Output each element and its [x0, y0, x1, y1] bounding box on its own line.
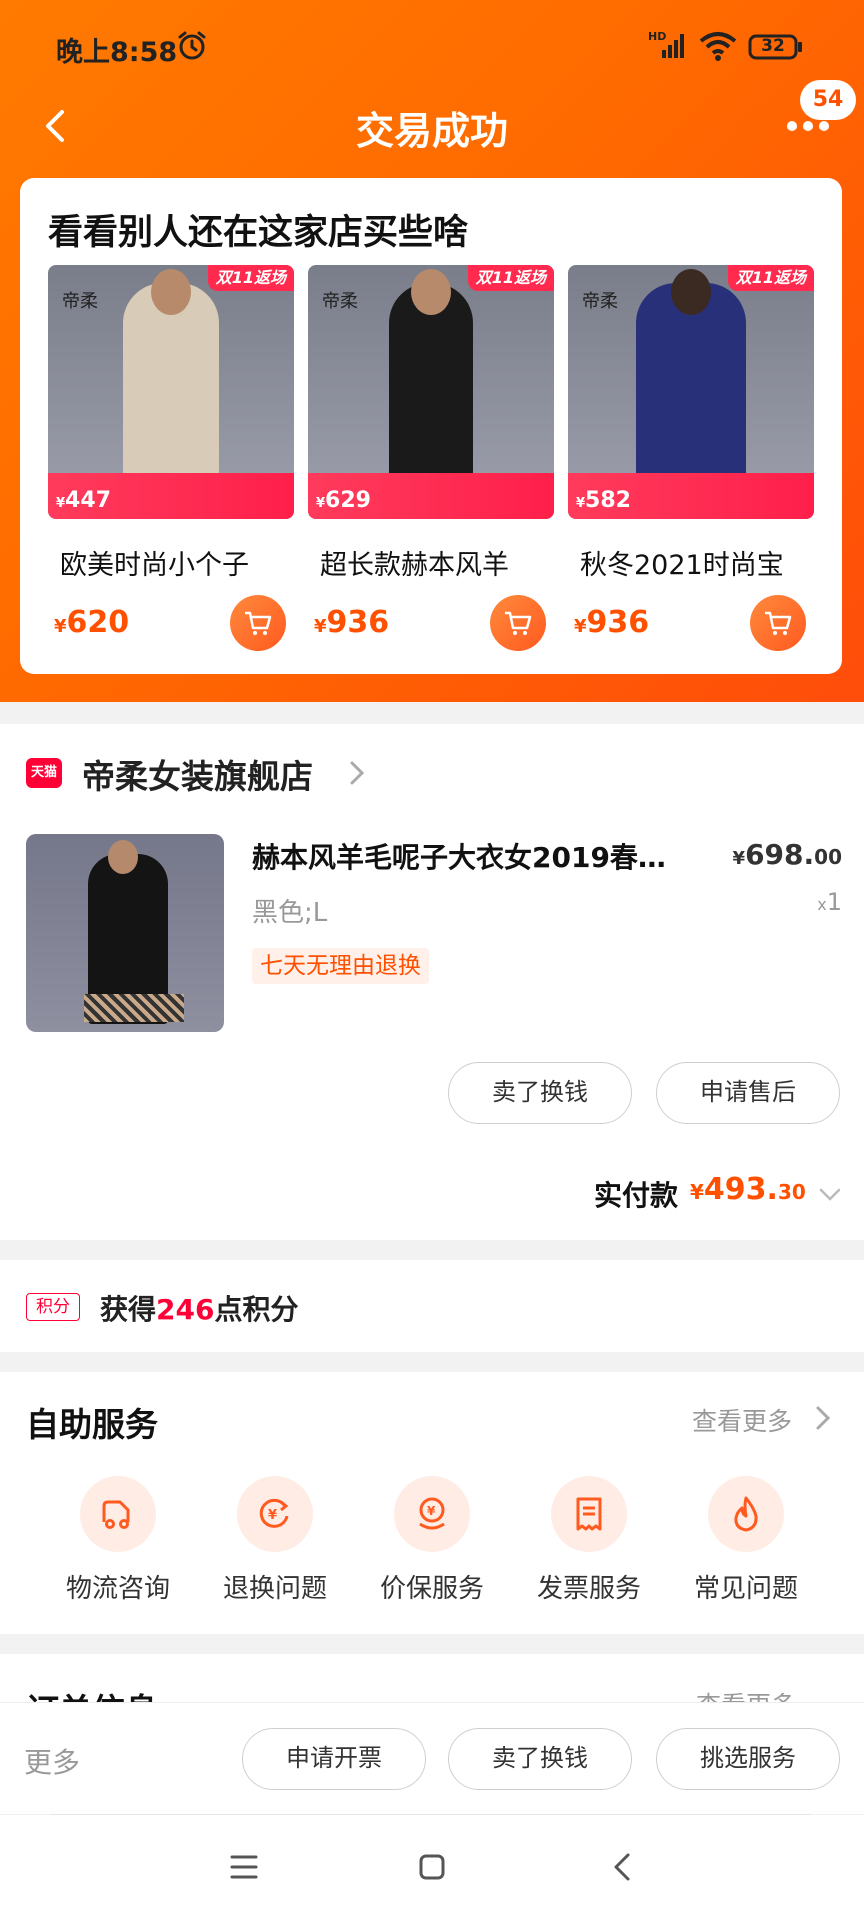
wifi-icon [699, 32, 737, 61]
product-quantity: x1 [817, 888, 842, 916]
price-strip: ¥629 [308, 473, 554, 519]
flame-icon [708, 1476, 784, 1552]
recommend-item-price: ¥620 [54, 605, 130, 640]
cart-icon [245, 611, 272, 635]
points-card: 积分 获得246点积分 [0, 1260, 864, 1352]
self-service-card: 自助服务 查看更多 物流咨询 ¥ 退换问题 ¥ 价保服务 发票服务 常见问题 [0, 1372, 864, 1634]
model-head [671, 269, 711, 315]
service-return[interactable]: ¥ 退换问题 [205, 1476, 345, 1606]
add-to-cart-button[interactable] [230, 595, 286, 651]
strip-price: ¥447 [56, 488, 111, 513]
product-thumbnail[interactable]: 帝柔 双11返场 ¥447 [48, 265, 294, 519]
price-protect-icon: ¥ [394, 1476, 470, 1552]
product-thumbnail[interactable]: 帝柔 双11返场 ¥582 [568, 265, 814, 519]
strip-price: ¥629 [316, 488, 371, 513]
model-head [108, 840, 138, 874]
chevron-down-icon[interactable] [818, 1186, 842, 1204]
request-invoice-button[interactable]: 申请开票 [242, 1728, 426, 1790]
return-money-icon: ¥ [237, 1476, 313, 1552]
status-bar: 晚上8:58 HD 32 [0, 0, 864, 96]
message-count-badge[interactable]: 54 [800, 80, 856, 120]
chevron-right-icon[interactable] [812, 1402, 834, 1434]
more-button[interactable]: 更多 [24, 1741, 80, 1781]
service-invoice[interactable]: 发票服务 [519, 1476, 659, 1606]
chevron-right-icon[interactable] [346, 758, 368, 788]
order-card: 天猫 帝柔女装旗舰店 赫本风羊毛呢子大衣女2019春… ¥698.00 黑色;L… [0, 724, 864, 1240]
recommend-item-price: ¥936 [314, 605, 390, 640]
recommend-title: 看看别人还在这家店买些啥 [48, 213, 469, 253]
paid-label: 实付款 [594, 1179, 679, 1212]
strip-price: ¥582 [576, 488, 631, 513]
battery-level: 32 [761, 36, 785, 56]
brand-logo: 帝柔 [582, 291, 618, 312]
recommend-item-price: ¥936 [574, 605, 650, 640]
bottom-action-bar: 更多 申请开票 卖了换钱 挑选服务 [0, 1702, 864, 1814]
service-faq[interactable]: 常见问题 [676, 1476, 816, 1606]
alarm-icon [178, 31, 206, 60]
promo-tag: 双11返场 [467, 265, 554, 291]
service-label: 物流咨询 [65, 1574, 170, 1604]
product-image[interactable] [26, 834, 224, 1032]
tmall-badge: 天猫 [26, 758, 62, 788]
points-badge: 积分 [26, 1293, 80, 1321]
self-service-title: 自助服务 [26, 1405, 158, 1444]
recommend-item[interactable]: 帝柔 双11返场 ¥447 欧美时尚小个子 ¥620 [48, 265, 294, 655]
recommend-item[interactable]: 帝柔 双11返场 ¥629 超长款赫本风羊 ¥936 [308, 265, 554, 655]
add-to-cart-button[interactable] [490, 595, 546, 651]
svg-text:¥: ¥ [427, 1504, 436, 1518]
cart-icon [505, 611, 532, 635]
skirt-shape [84, 994, 184, 1022]
service-label: 常见问题 [693, 1574, 798, 1604]
recommend-item-name[interactable]: 秋冬2021时尚宝 [580, 543, 816, 582]
network-type: HD [648, 30, 667, 43]
cart-icon [765, 611, 792, 635]
model-head [411, 269, 451, 315]
service-price-protect[interactable]: ¥ 价保服务 [362, 1476, 502, 1606]
add-to-cart-button[interactable] [750, 595, 806, 651]
price-strip: ¥582 [568, 473, 814, 519]
truck-icon [80, 1476, 156, 1552]
paid-amount: ¥493.30 [690, 1172, 806, 1207]
svg-text:¥: ¥ [268, 1508, 277, 1523]
receipt-icon [551, 1476, 627, 1552]
page-title: 交易成功 [355, 109, 508, 153]
home-icon[interactable] [410, 1845, 454, 1889]
brand-logo: 帝柔 [62, 291, 98, 312]
product-thumbnail[interactable]: 帝柔 双11返场 ¥629 [308, 265, 554, 519]
price-strip: ¥447 [48, 473, 294, 519]
promo-tag: 双11返场 [207, 265, 294, 291]
service-logistics[interactable]: 物流咨询 [48, 1476, 188, 1606]
brand-logo: 帝柔 [322, 291, 358, 312]
points-value: 246 [156, 1293, 215, 1326]
product-title[interactable]: 赫本风羊毛呢子大衣女2019春… [252, 836, 708, 876]
model-head [151, 269, 191, 315]
product-sku: 黑色;L [252, 898, 328, 928]
menu-icon[interactable] [222, 1845, 266, 1889]
status-time: 晚上8:58 [56, 37, 178, 68]
sell-for-cash-button[interactable]: 卖了换钱 [448, 1062, 632, 1124]
recommend-card: 看看别人还在这家店买些啥 帝柔 双11返场 ¥447 欧美时尚小个子 ¥620 … [20, 178, 842, 674]
view-more-link[interactable]: 查看更多 [692, 1402, 792, 1438]
sell-for-cash-button[interactable]: 卖了换钱 [448, 1728, 632, 1790]
service-label: 价保服务 [379, 1574, 484, 1604]
store-name[interactable]: 帝柔女装旗舰店 [82, 750, 313, 798]
system-nav-bar [0, 1815, 864, 1920]
select-service-button[interactable]: 挑选服务 [656, 1728, 840, 1790]
recommend-item[interactable]: 帝柔 双11返场 ¥582 秋冬2021时尚宝 ¥936 [568, 265, 814, 655]
recommend-item-name[interactable]: 欧美时尚小个子 [60, 543, 296, 582]
recommend-item-name[interactable]: 超长款赫本风羊 [320, 543, 556, 582]
service-label: 退换问题 [222, 1574, 327, 1604]
points-text: 获得246点积分 [100, 1293, 299, 1326]
return-policy-tag: 七天无理由退换 [252, 948, 429, 984]
after-sale-button[interactable]: 申请售后 [656, 1062, 840, 1124]
service-label: 发票服务 [536, 1574, 641, 1604]
promo-tag: 双11返场 [727, 265, 814, 291]
back-icon[interactable] [602, 1845, 646, 1889]
product-price: ¥698.00 [732, 838, 842, 871]
